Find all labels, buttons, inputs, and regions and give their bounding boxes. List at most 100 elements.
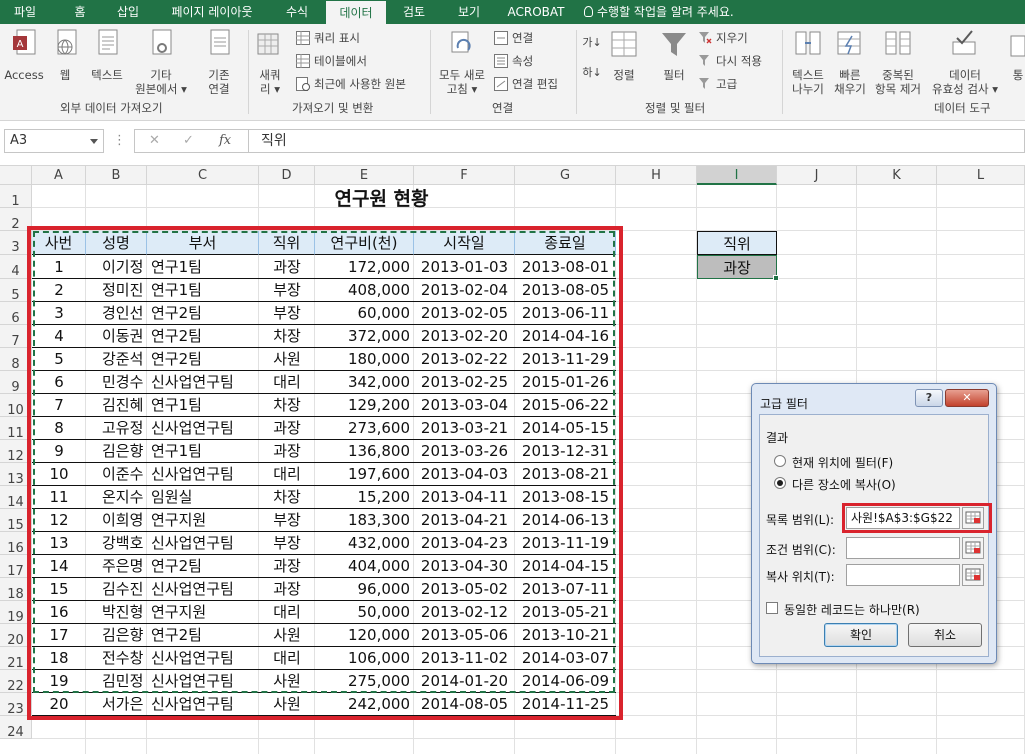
column-header-h[interactable]: H [616, 166, 697, 185]
formula-bar-grip-icon: ⋮ [113, 133, 126, 148]
web-button[interactable]: 웹 [50, 28, 80, 92]
formula-buttons: ✕ ✓ fx [134, 129, 248, 153]
from-table-button[interactable]: 테이블에서 [294, 53, 424, 71]
column-header-c[interactable]: C [147, 166, 259, 185]
consolidate-button[interactable]: 통 [1006, 28, 1025, 98]
chevron-down-icon[interactable] [90, 139, 98, 144]
sort-za-button[interactable]: 하↓ [582, 64, 602, 84]
tab-data[interactable]: 데이터 [326, 1, 386, 24]
text-file-button[interactable]: 텍스트 [84, 28, 130, 92]
column-header-k[interactable]: K [857, 166, 937, 185]
flash-fill-button[interactable]: 빠른 채우기 [830, 28, 870, 98]
other-sources-button[interactable]: 기타 원본에서 ▾ [134, 28, 188, 98]
tab-file[interactable]: 파일 [0, 0, 50, 24]
sort-label: 정렬 [613, 68, 635, 82]
cancel-button[interactable]: 취소 [908, 623, 982, 647]
column-header-a[interactable]: A [32, 166, 86, 185]
select-all-corner[interactable] [0, 166, 32, 185]
column-header-l[interactable]: L [937, 166, 1025, 185]
sheet-title: 연구원 현황 [334, 188, 429, 210]
column-header-j[interactable]: J [777, 166, 857, 185]
row-header-1[interactable]: 1 [0, 185, 32, 209]
copy-to-input[interactable] [846, 564, 960, 586]
advanced-filter-button[interactable]: 고급 [698, 76, 768, 94]
table-highlight [27, 226, 623, 720]
properties-button[interactable]: 속성 [494, 53, 564, 71]
filter-in-place-option[interactable]: 현재 위치에 필터(F) [774, 453, 974, 470]
access-button[interactable]: A Access [2, 28, 46, 92]
edit-links-button[interactable]: 연결 편집 [494, 76, 570, 94]
tab-review[interactable]: 검토 [392, 0, 436, 24]
data-validation-icon [952, 30, 976, 55]
recent-sources-button[interactable]: 최근에 사용한 원본 [294, 76, 424, 94]
text-to-columns-button[interactable]: 텍스트 나누기 [786, 28, 830, 98]
close-button[interactable]: ✕ [945, 389, 989, 407]
advanced-filter-dialog[interactable]: 고급 필터 ? ✕ 결과 현재 위치에 필터(F) 다른 장소에 복사(O) 목… [751, 383, 997, 664]
column-header-b[interactable]: B [86, 166, 147, 185]
ribbon-separator [430, 30, 431, 114]
help-button[interactable]: ? [915, 389, 943, 407]
other-sources-label-1: 기타 [150, 68, 172, 82]
list-range-highlight [842, 503, 992, 533]
tab-view[interactable]: 보기 [447, 0, 491, 24]
show-queries-button[interactable]: 쿼리 표시 [294, 30, 424, 48]
name-box[interactable]: A3 [4, 129, 104, 153]
reapply-button[interactable]: 다시 적용 [698, 53, 776, 71]
copy-to-location-option[interactable]: 다른 장소에 복사(O) [774, 475, 974, 492]
edit-links-label: 연결 편집 [512, 77, 558, 91]
dialog-title: 고급 필터 [760, 397, 808, 411]
column-header-g[interactable]: G [515, 166, 616, 185]
tell-me-box[interactable]: 수행할 작업을 알려 주세요. [584, 0, 764, 24]
name-box-value: A3 [10, 133, 28, 148]
insert-function-icon[interactable]: fx [219, 133, 231, 148]
data-validation-button[interactable]: 데이터 유효성 검사 ▾ [926, 28, 1004, 98]
unique-records-checkbox[interactable] [766, 602, 778, 614]
ribbon-tab-bar: 파일 홈 삽입 페이지 레이아웃 수식 데이터 검토 보기 ACROBAT 수행… [0, 0, 1025, 24]
criteria-range-input[interactable] [846, 537, 960, 559]
filter-in-place-label: 현재 위치에 필터(F) [792, 456, 894, 470]
advanced-filter-icon [699, 78, 709, 89]
existing-connections-button[interactable]: 기존 연결 [196, 28, 242, 98]
cancel-entry-icon[interactable]: ✕ [149, 133, 160, 148]
text-to-columns-label-2: 나누기 [792, 82, 824, 96]
column-header-i[interactable]: I [697, 166, 777, 185]
unique-records-option[interactable]: 동일한 레코드는 하나만(R) [766, 600, 976, 617]
sort-descending-icon: 하↓ [582, 66, 602, 79]
new-query-button[interactable]: 새쿼 리 ▾ [252, 28, 288, 98]
tab-acrobat[interactable]: ACROBAT [500, 0, 572, 24]
sort-button[interactable]: 정렬 [606, 28, 642, 88]
consolidate-label: 통 [1012, 68, 1024, 82]
access-label: Access [4, 68, 44, 82]
refresh-icon [451, 31, 471, 53]
data-validation-label-1: 데이터 [949, 68, 981, 82]
clear-button[interactable]: 지우기 [698, 30, 768, 48]
confirm-entry-icon[interactable]: ✓ [183, 133, 194, 148]
access-icon: A [13, 29, 36, 55]
criteria-header-cell: 직위 [697, 231, 777, 255]
copy-to-collapse-button[interactable] [962, 564, 984, 586]
recent-sources-icon [296, 77, 310, 91]
connections-button[interactable]: 연결 [494, 30, 564, 48]
remove-duplicates-button[interactable]: 중복된 항목 제거 [870, 28, 926, 98]
ok-button[interactable]: 확인 [824, 623, 898, 647]
copy-to-location-radio[interactable] [774, 477, 786, 489]
criteria-range-collapse-button[interactable] [962, 537, 984, 559]
sort-az-button[interactable]: 가↓ [582, 34, 602, 54]
tab-home[interactable]: 홈 [62, 0, 98, 24]
column-header-f[interactable]: F [414, 166, 515, 185]
consolidate-icon [1010, 35, 1025, 57]
new-query-label-1: 새쿼 [259, 68, 281, 82]
tab-insert[interactable]: 삽입 [108, 0, 148, 24]
column-header-e[interactable]: E [315, 166, 414, 185]
fill-handle[interactable] [773, 275, 779, 281]
filter-button[interactable]: 필터 [654, 28, 694, 88]
web-icon [57, 29, 77, 55]
tab-formulas[interactable]: 수식 [275, 0, 319, 24]
reapply-filter-icon [699, 55, 709, 66]
formula-input[interactable]: 직위 [248, 129, 1025, 153]
tab-page-layout[interactable]: 페이지 레이아웃 [160, 0, 264, 24]
filter-in-place-radio[interactable] [774, 455, 786, 467]
existing-connections-label-2: 연결 [208, 82, 230, 96]
refresh-all-button[interactable]: 모두 새로 고침 ▾ [434, 28, 490, 98]
column-header-d[interactable]: D [259, 166, 315, 185]
